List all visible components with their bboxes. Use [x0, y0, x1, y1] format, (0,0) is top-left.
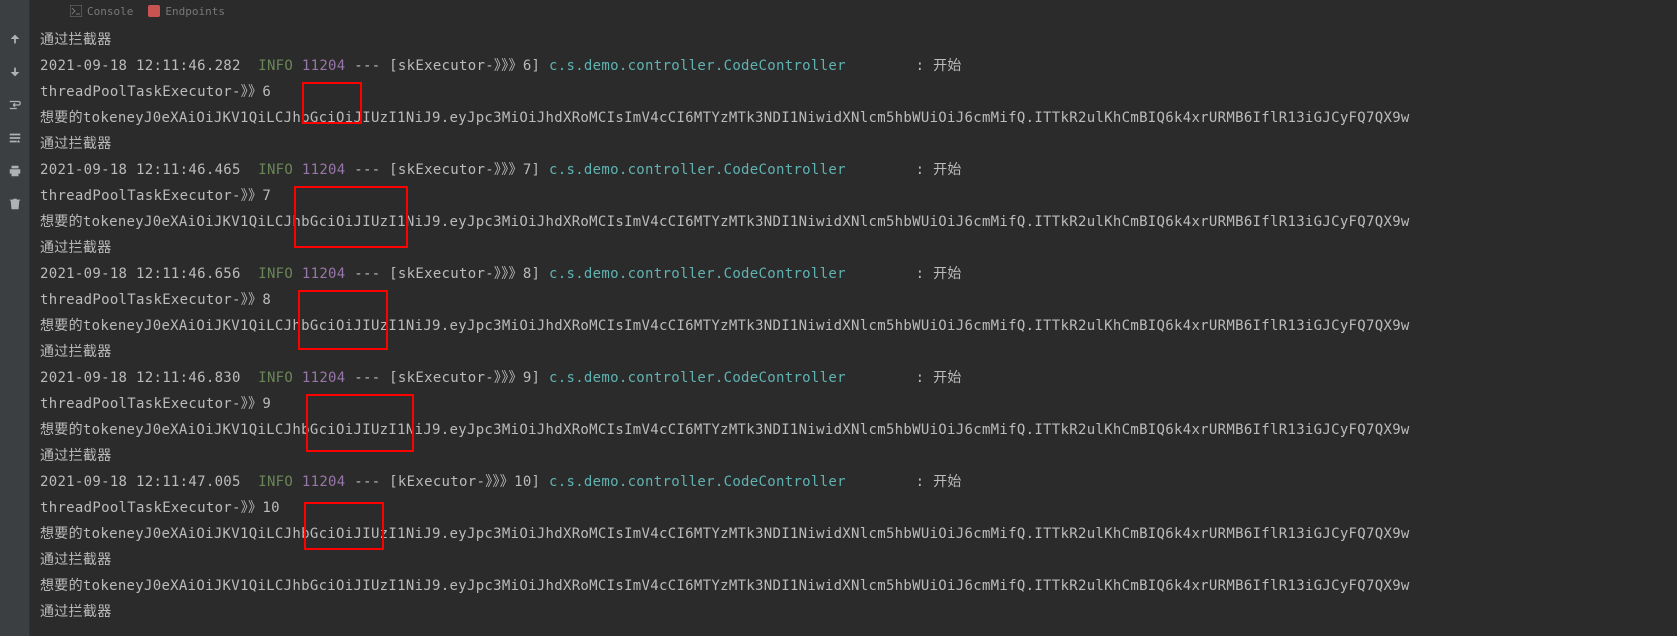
print-icon[interactable]: [6, 162, 24, 180]
log-line: 2021-09-18 12:11:47.005 INFO 11204 --- […: [40, 469, 1667, 495]
tab-endpoints-label: Endpoints: [165, 5, 225, 18]
arrow-up-icon[interactable]: [6, 30, 24, 48]
log-line: 通过拦截器: [40, 339, 1667, 365]
log-line: threadPoolTaskExecutor-》》10: [40, 495, 1667, 521]
main-panel: Console Endpoints 通过拦截器2021-09-18 12:11:…: [30, 0, 1677, 636]
scroll-icon[interactable]: [6, 129, 24, 147]
wrap-icon[interactable]: [6, 96, 24, 114]
log-line: threadPoolTaskExecutor-》》7: [40, 183, 1667, 209]
trash-icon[interactable]: [6, 195, 24, 213]
log-line: 2021-09-18 12:11:46.656 INFO 11204 --- […: [40, 261, 1667, 287]
log-line: 2021-09-18 12:11:46.830 INFO 11204 --- […: [40, 365, 1667, 391]
log-line: 通过拦截器: [40, 131, 1667, 157]
log-line: 通过拦截器: [40, 27, 1667, 53]
log-line: 想要的tokeneyJ0eXAiOiJKV1QiLCJhbGciOiJIUzI1…: [40, 313, 1667, 339]
log-line: threadPoolTaskExecutor-》》6: [40, 79, 1667, 105]
log-line: 通过拦截器: [40, 443, 1667, 469]
log-line: 2021-09-18 12:11:46.465 INFO 11204 --- […: [40, 157, 1667, 183]
log-line: 2021-09-18 12:11:46.282 INFO 11204 --- […: [40, 53, 1667, 79]
log-line: 通过拦截器: [40, 599, 1667, 625]
console-output[interactable]: 通过拦截器2021-09-18 12:11:46.282 INFO 11204 …: [30, 22, 1677, 630]
endpoints-icon: [148, 5, 160, 17]
sidebar: [0, 0, 30, 636]
arrow-down-icon[interactable]: [6, 63, 24, 81]
tab-console[interactable]: Console: [70, 5, 133, 18]
tab-endpoints[interactable]: Endpoints: [148, 5, 225, 18]
tab-bar: Console Endpoints: [60, 0, 225, 22]
log-line: 通过拦截器: [40, 235, 1667, 261]
log-line: threadPoolTaskExecutor-》》9: [40, 391, 1667, 417]
log-line: 想要的tokeneyJ0eXAiOiJKV1QiLCJhbGciOiJIUzI1…: [40, 417, 1667, 443]
log-line: 通过拦截器: [40, 547, 1667, 573]
log-line: 想要的tokeneyJ0eXAiOiJKV1QiLCJhbGciOiJIUzI1…: [40, 521, 1667, 547]
console-icon: [70, 5, 82, 17]
tab-console-label: Console: [87, 5, 133, 18]
log-line: 想要的tokeneyJ0eXAiOiJKV1QiLCJhbGciOiJIUzI1…: [40, 209, 1667, 235]
log-line: threadPoolTaskExecutor-》》8: [40, 287, 1667, 313]
log-line: 想要的tokeneyJ0eXAiOiJKV1QiLCJhbGciOiJIUzI1…: [40, 573, 1667, 599]
log-line: 想要的tokeneyJ0eXAiOiJKV1QiLCJhbGciOiJIUzI1…: [40, 105, 1667, 131]
